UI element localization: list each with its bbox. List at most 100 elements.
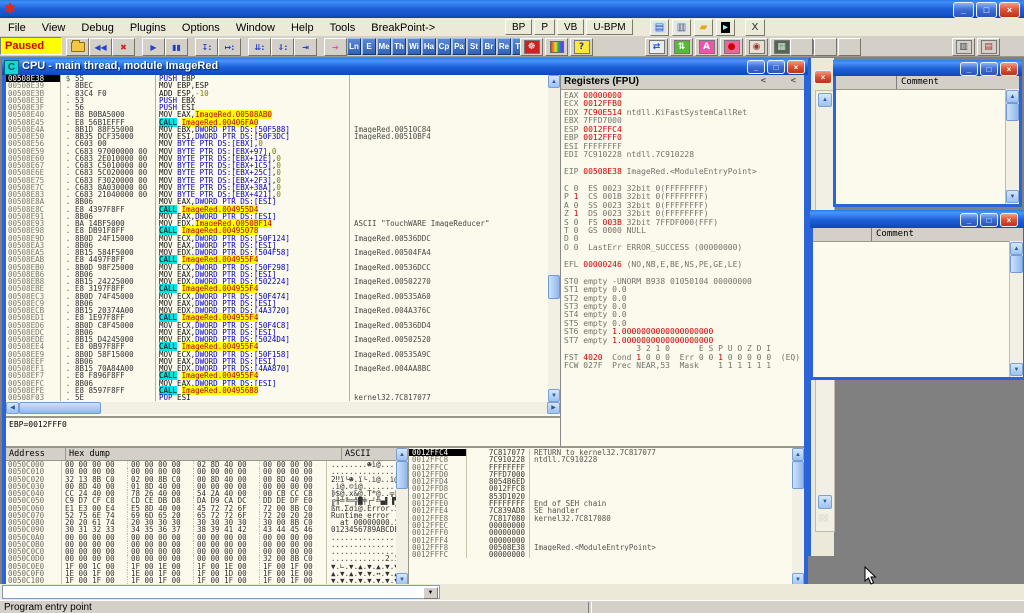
dump-row[interactable]: 0050C0E01F 00 1C 001F 00 1E 001F 00 1E 0… <box>6 563 396 570</box>
comment-window-titlebar[interactable]: _ □ × <box>833 60 1022 76</box>
scroll-down-icon[interactable]: ▼ <box>818 495 832 509</box>
toolbar-button-pa[interactable]: Pa <box>452 38 466 55</box>
scroll-down-icon[interactable]: ▼ <box>1010 363 1023 376</box>
pause-button[interactable]: ▮▮ <box>165 38 188 56</box>
disasm-row[interactable]: 00508E3E.53PUSH EBX <box>6 97 548 104</box>
stack-row[interactable]: 0012FFD07FFD7000 <box>409 471 792 478</box>
stack-row[interactable]: 0012FFE0FFFFFFFFEnd of SEH chain <box>409 500 792 507</box>
stack-row[interactable]: 0012FFC87C910228ntdll.7C910228 <box>409 456 792 463</box>
help-icon[interactable]: ? <box>570 38 593 56</box>
toolbar-button-ln[interactable]: Ln <box>347 38 361 55</box>
scroll-left-icon[interactable]: ◀ <box>6 402 19 414</box>
assemble-icon[interactable]: A <box>695 38 718 56</box>
stack-row[interactable]: 0012FFC47C817077RETURN to kernel32.7C817… <box>409 449 792 456</box>
maximize-button[interactable]: □ <box>976 2 997 18</box>
appearance-icon[interactable] <box>545 38 568 56</box>
stack-vscrollbar[interactable]: ▲ ▼ <box>792 448 804 586</box>
stack-row[interactable]: 0012FFE47C839AD8SE handler <box>409 507 792 514</box>
toolbar-button-st[interactable]: St <box>467 38 481 55</box>
toolbar-button-th[interactable]: Th <box>392 38 406 55</box>
console-icon[interactable]: ▸ <box>716 19 735 36</box>
update-window-icon[interactable]: ⇅ <box>670 38 693 56</box>
cpu-window-titlebar[interactable]: C CPU - main thread, module ImageRed _ □… <box>2 58 808 75</box>
swap-arrows-icon[interactable]: ⇄ <box>645 38 668 56</box>
animate-over-button[interactable]: ⇓: <box>271 38 294 56</box>
menu-button-vb[interactable]: VB <box>557 19 584 35</box>
info-pane[interactable]: EBP=0012FFF0 <box>6 416 560 446</box>
comment-vscrollbar[interactable]: ▲ ▼ <box>1009 241 1023 377</box>
open-folder-icon[interactable]: ▰ <box>694 19 713 36</box>
scroll-right-icon[interactable]: ▶ <box>547 402 560 414</box>
minimize-button[interactable]: _ <box>960 62 978 76</box>
app-titlebar[interactable]: ✱ _ □ × <box>0 0 1024 18</box>
dump-row[interactable]: 0050C040CC 24 40 0078 26 40 0054 2A 40 0… <box>6 490 396 497</box>
toolbar-button-cp[interactable]: Cp <box>437 38 451 55</box>
register-line[interactable]: EIP 00508E38 ImageRed.<ModuleEntryPoint> <box>564 168 804 176</box>
menu-button-u-bpm[interactable]: U-BPM <box>586 19 632 35</box>
breakpoint-icon[interactable]: ● <box>720 38 743 56</box>
scroll-down-icon[interactable]: ▼ <box>548 389 560 402</box>
dump-row[interactable]: 0050C0D000 00 00 0000 00 00 0000 00 00 0… <box>6 555 396 562</box>
toolbar-close-button[interactable]: X <box>745 19 765 36</box>
stack-row[interactable]: 0012FFFC00000000 <box>409 551 792 558</box>
minimize-button[interactable]: _ <box>953 2 974 18</box>
scroll-thumb[interactable] <box>1006 103 1019 121</box>
disassembly-vscrollbar[interactable]: ▲ ▼ <box>548 75 560 402</box>
maximize-button[interactable]: □ <box>980 213 998 227</box>
dump-row[interactable]: 0050C01000 00 00 0000 00 00 0000 00 00 0… <box>6 468 396 475</box>
scroll-up-icon[interactable]: ▲ <box>792 448 804 461</box>
disasm-row[interactable]: 00508F03.5EPOP ESIkernel32.7C817077 <box>6 394 548 401</box>
scroll-down-icon[interactable]: ▼ <box>1006 190 1019 203</box>
minimize-button[interactable]: _ <box>960 213 978 227</box>
dump-row[interactable]: 0050C050C9 D7 CF C8CD CE DB D8DA D9 CA D… <box>6 497 396 504</box>
notes-icon[interactable]: ▤ <box>650 19 669 36</box>
dump-row[interactable]: 0050C02032 13 8B C002 00 8B C000 8D 40 0… <box>6 476 396 483</box>
go-to-address-button[interactable]: ➔ <box>324 38 347 56</box>
scroll-thumb[interactable] <box>548 275 560 299</box>
dump-vscrollbar[interactable]: ▲ ▼ <box>396 448 408 586</box>
toolbar-button-wi[interactable]: Wi <box>407 38 421 55</box>
comment-vscrollbar[interactable]: ▲ ▼ <box>1005 89 1019 204</box>
toolbar-button-br[interactable]: Br <box>482 38 496 55</box>
comment-window-titlebar[interactable]: _ □ × <box>810 210 1024 228</box>
restart-button[interactable]: ◀◀ <box>89 38 112 56</box>
dump-row[interactable]: 0050C08020 20 61 7420 30 30 3030 30 30 3… <box>6 519 396 526</box>
close-button[interactable]: × <box>1000 213 1018 227</box>
dump-row[interactable]: 0050C0F01E 00 1F 001E 00 1F 001F 00 1D 0… <box>6 570 396 577</box>
scroll-up-icon[interactable]: ▲ <box>818 93 832 107</box>
dump-row[interactable]: 0050C0C000 00 00 0000 00 00 0000 00 00 0… <box>6 548 396 555</box>
step-over-button[interactable]: ↦: <box>218 38 241 56</box>
registers-pulldown-icon[interactable]: < <box>791 76 796 86</box>
step-into-button[interactable]: ↧: <box>195 38 218 56</box>
layout-icon[interactable]: ▤ <box>977 38 1000 56</box>
options-icon[interactable]: ☸ <box>520 38 543 56</box>
panels-icon[interactable]: ▥ <box>952 38 975 56</box>
log-icon[interactable]: ▥ <box>672 19 691 36</box>
dump-row[interactable]: 0050C0B000 00 00 0000 00 00 0000 00 00 0… <box>6 541 396 548</box>
menu-button-bp[interactable]: BP <box>505 19 532 35</box>
dump-row[interactable]: 0050C07052 75 6E 7469 6D 65 2065 72 72 6… <box>6 512 396 519</box>
close-button[interactable]: × <box>1000 62 1018 76</box>
menu-button-p[interactable]: P <box>534 19 555 35</box>
scroll-up-icon[interactable]: ▲ <box>548 75 560 88</box>
register-line[interactable]: FCW 027F Prec NEAR,53 Mask 1 1 1 1 1 1 <box>564 362 804 370</box>
disasm-row[interactable]: 00508E3B.83C4 F0ADD ESP,-10 <box>6 90 548 97</box>
trace-icon[interactable]: ◉ <box>745 38 768 56</box>
register-line[interactable]: O 0 LastErr ERROR_SUCCESS (00000000) <box>564 244 804 252</box>
combobox-dropdown-icon[interactable]: ▼ <box>423 587 438 599</box>
register-line[interactable]: EFL 00000246 (NO,NB,E,BE,NS,PE,GE,LE) <box>564 261 804 269</box>
stack-row[interactable]: 0012FFF000000000 <box>409 529 792 536</box>
toolbar-button-ha[interactable]: Ha <box>422 38 436 55</box>
scroll-up-icon[interactable]: ▲ <box>1006 90 1019 103</box>
scroll-thumb[interactable] <box>19 402 101 414</box>
scroll-up-icon[interactable]: ▲ <box>396 448 408 461</box>
stack-row[interactable]: 0012FFD80012FFC8 <box>409 485 792 492</box>
resize-grip-icon[interactable]: ░░ <box>818 515 830 529</box>
stack-row[interactable]: 0012FFF800508E38ImageRed.<ModuleEntryPoi… <box>409 544 792 551</box>
toolbar-button-me[interactable]: Me <box>377 38 391 55</box>
register-line[interactable]: T 0 GS 0000 NULL <box>564 227 804 235</box>
dump-row[interactable]: 0050C00000 00 00 0000 00 00 0002 8D 40 0… <box>6 461 396 468</box>
stack-row[interactable]: 0012FFDC853D1020 <box>409 493 792 500</box>
stack-row[interactable]: 0012FFF400000000 <box>409 537 792 544</box>
open-file-button[interactable] <box>66 38 89 56</box>
